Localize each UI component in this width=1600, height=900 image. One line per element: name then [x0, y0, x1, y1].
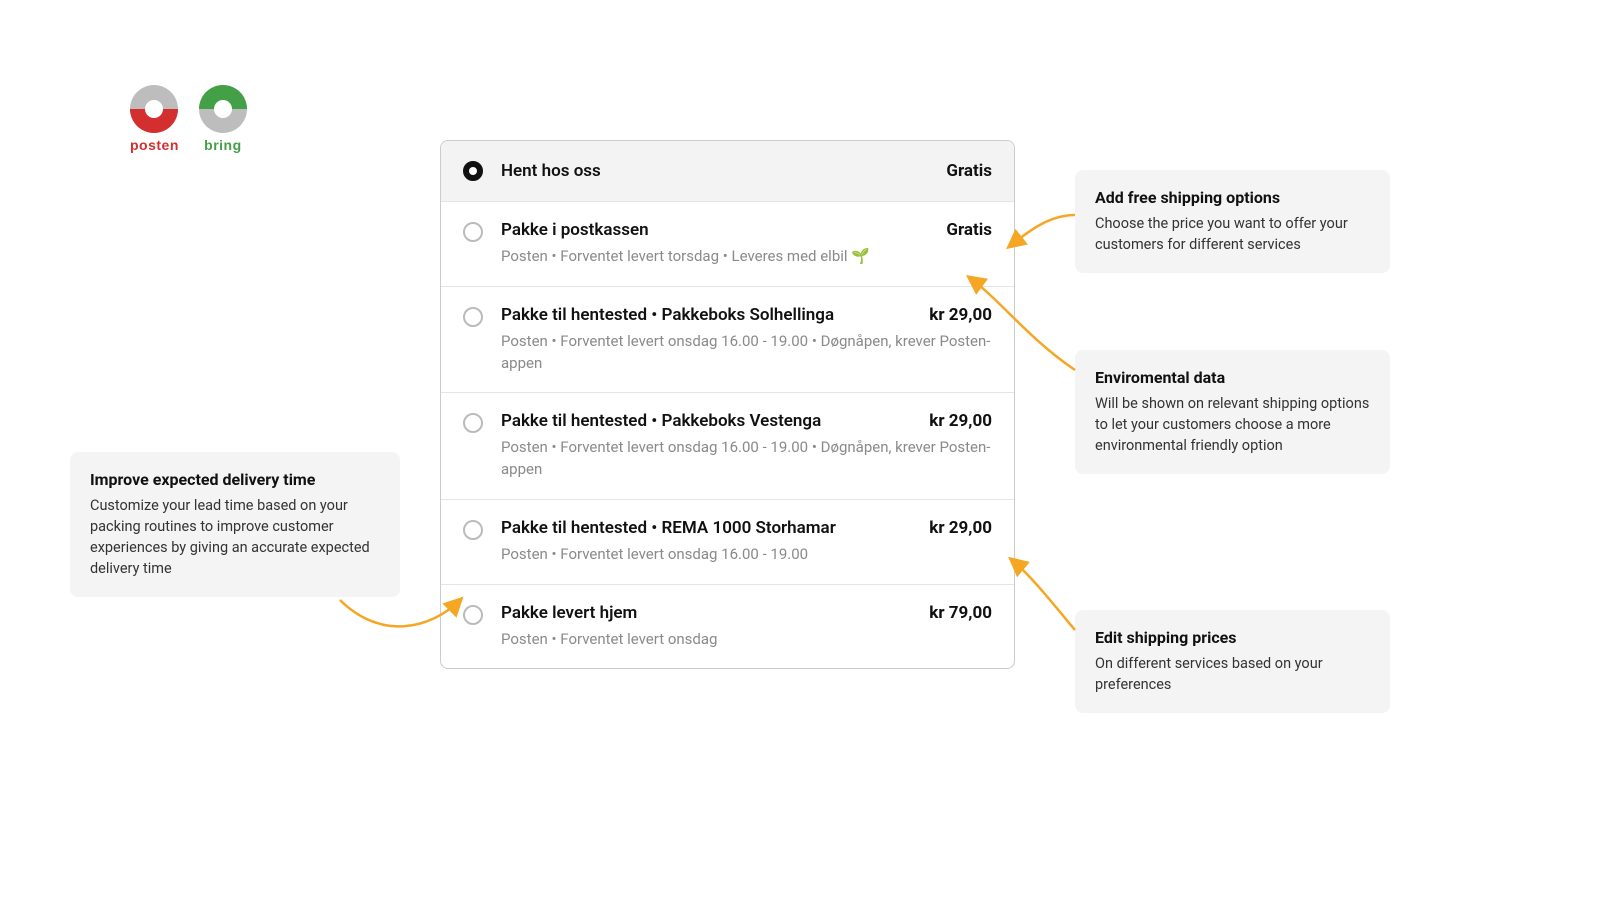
- callout-delivery-time: Improve expected delivery time Customize…: [70, 452, 400, 597]
- bring-logo: bring: [199, 85, 247, 153]
- callout-free-shipping: Add free shipping options Choose the pri…: [1075, 170, 1390, 273]
- shipping-option-pickup-rema[interactable]: Pakke til hentested • REMA 1000 Storhama…: [441, 500, 1014, 585]
- shipping-option-pickup-vestenga[interactable]: Pakke til hentested • Pakkeboks Vestenga…: [441, 393, 1014, 500]
- option-price: Gratis: [946, 220, 992, 240]
- radio-unselected-icon[interactable]: [463, 520, 483, 540]
- option-subtitle: Posten • Forventet levert onsdag: [501, 629, 992, 651]
- callout-title: Edit shipping prices: [1095, 628, 1370, 647]
- option-title: Pakke til hentested • Pakkeboks Vestenga: [501, 411, 821, 431]
- shipping-option-pickup-solhellinga[interactable]: Pakke til hentested • Pakkeboks Solhelli…: [441, 287, 1014, 394]
- option-price: kr 29,00: [929, 518, 992, 538]
- option-title: Hent hos oss: [501, 161, 601, 181]
- option-title: Pakke til hentested • Pakkeboks Solhelli…: [501, 305, 834, 325]
- callout-body: On different services based on your pref…: [1095, 653, 1370, 695]
- posten-mark-icon: [130, 85, 178, 133]
- option-subtitle: Posten • Forventet levert onsdag 16.00 -…: [501, 544, 992, 566]
- option-title: Pakke til hentested • REMA 1000 Storhama…: [501, 518, 836, 538]
- brand-logos: posten bring: [130, 85, 247, 153]
- shipping-option-mailbox[interactable]: Pakke i postkassen Gratis Posten • Forve…: [441, 202, 1014, 287]
- callout-title: Improve expected delivery time: [90, 470, 380, 489]
- callout-body: Choose the price you want to offer your …: [1095, 213, 1370, 255]
- arrow-edit-prices-icon: [1012, 560, 1075, 630]
- option-price: kr 79,00: [929, 603, 992, 623]
- option-price: kr 29,00: [929, 305, 992, 325]
- callout-environmental: Enviromental data Will be shown on relev…: [1075, 350, 1390, 474]
- posten-logo: posten: [130, 85, 179, 153]
- callout-title: Add free shipping options: [1095, 188, 1370, 207]
- callout-body: Will be shown on relevant shipping optio…: [1095, 393, 1370, 456]
- callout-title: Enviromental data: [1095, 368, 1370, 387]
- bring-logo-label: bring: [204, 137, 242, 153]
- radio-unselected-icon[interactable]: [463, 413, 483, 433]
- radio-unselected-icon[interactable]: [463, 222, 483, 242]
- shipping-option-pickup-store[interactable]: Hent hos oss Gratis: [441, 141, 1014, 202]
- bring-mark-icon: [199, 85, 247, 133]
- callout-body: Customize your lead time based on your p…: [90, 495, 380, 579]
- radio-selected-icon[interactable]: [463, 161, 483, 181]
- option-title: Pakke i postkassen: [501, 220, 649, 240]
- option-subtitle: Posten • Forventet levert onsdag 16.00 -…: [501, 437, 992, 481]
- arrow-free-shipping-icon: [1010, 215, 1075, 246]
- radio-unselected-icon[interactable]: [463, 307, 483, 327]
- posten-logo-label: posten: [130, 137, 179, 153]
- option-subtitle: Posten • Forventet levert torsdag • Leve…: [501, 246, 992, 268]
- option-title: Pakke levert hjem: [501, 603, 637, 623]
- shipping-option-home-delivery[interactable]: Pakke levert hjem kr 79,00 Posten • Forv…: [441, 585, 1014, 669]
- option-subtitle: Posten • Forventet levert onsdag 16.00 -…: [501, 331, 992, 375]
- option-price: kr 29,00: [929, 411, 992, 431]
- radio-unselected-icon[interactable]: [463, 605, 483, 625]
- option-price: Gratis: [946, 161, 992, 181]
- shipping-options-panel: Hent hos oss Gratis Pakke i postkassen G…: [440, 140, 1015, 669]
- callout-edit-prices: Edit shipping prices On different servic…: [1075, 610, 1390, 713]
